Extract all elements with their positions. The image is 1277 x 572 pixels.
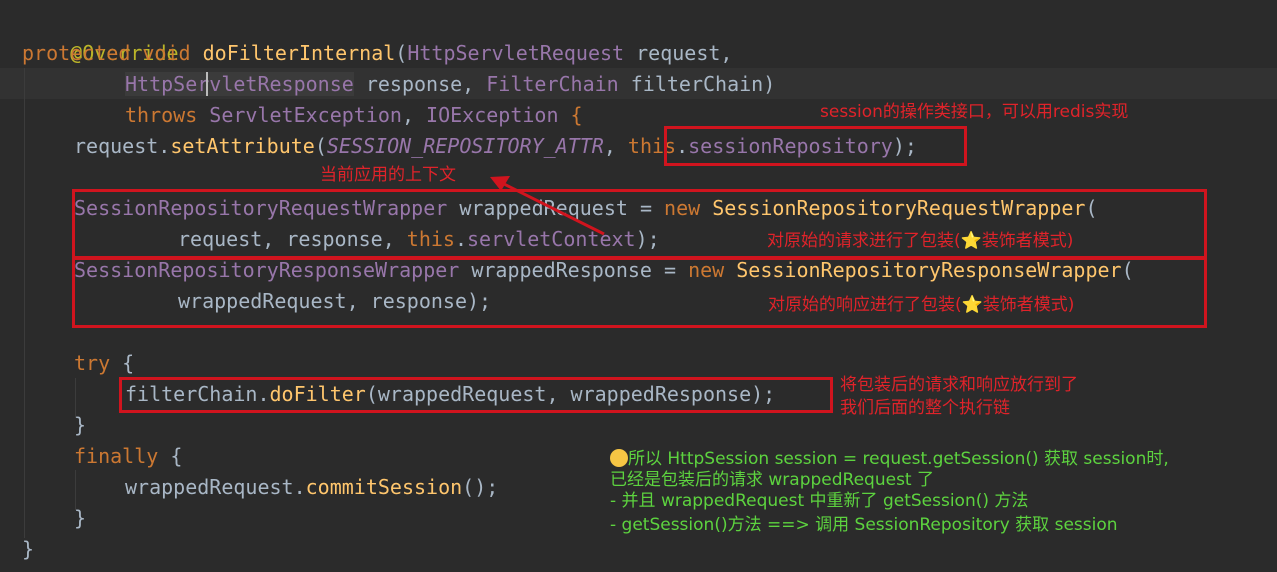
note-response-wrap: 对原始的响应进行了包装(⭐装饰者模式) <box>768 294 1074 316</box>
star-icon: ⭐ <box>960 231 982 251</box>
note-session-repository: session的操作类接口，可以用redis实现 <box>820 102 1129 122</box>
thinking-face-icon <box>610 449 628 467</box>
note-summary-4: - getSession()方法 ==> 调用 SessionRepositor… <box>610 515 1118 535</box>
note-summary-2: 已经是包装后的请求 wrappedRequest 了 <box>610 470 935 490</box>
note-request-wrap: 对原始的请求进行了包装(⭐装饰者模式) <box>767 230 1073 252</box>
note-application-context: 当前应用的上下文 <box>320 165 456 185</box>
note-summary-1: 所以 HttpSession session = request.getSess… <box>610 448 1169 470</box>
note-filter-chain-1: 将包装后的请求和响应放行到了 <box>840 375 1078 395</box>
note-response-wrap-text: 对原始的响应进行了包装( <box>768 295 962 315</box>
note-summary-3: - 并且 wrappedRequest 中重新了 getSession() 方法 <box>610 491 1029 511</box>
note-summary-1-text: 所以 HttpSession session = request.getSess… <box>628 449 1169 469</box>
note-filter-chain-2: 我们后面的整个执行链 <box>840 398 1010 418</box>
note-request-wrap-mode: 装饰者模式) <box>981 231 1074 251</box>
note-response-wrap-mode: 装饰者模式) <box>982 295 1075 315</box>
note-request-wrap-text: 对原始的请求进行了包装( <box>767 231 961 251</box>
star-icon: ⭐ <box>961 295 983 315</box>
